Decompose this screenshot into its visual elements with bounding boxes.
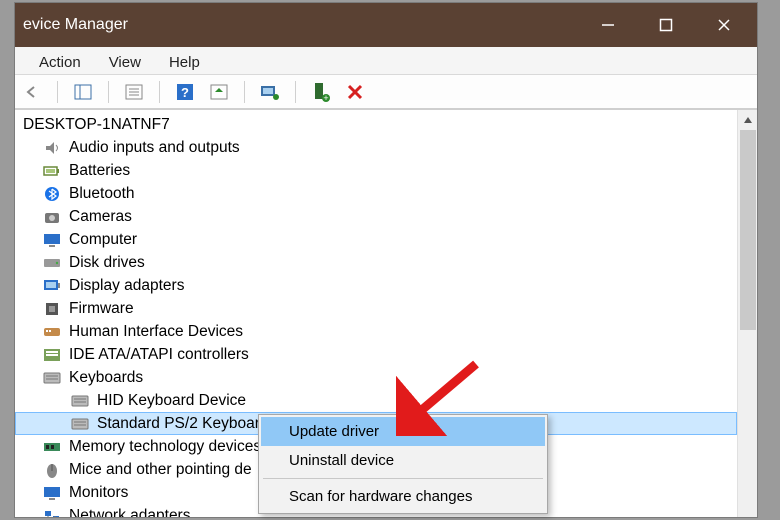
monitor-icon [43,231,61,249]
properties-icon [125,84,143,100]
scroll-up-icon[interactable] [738,110,758,130]
uninstall-icon [346,83,364,101]
network-icon [43,507,61,518]
help-icon: ? [176,83,194,101]
tree-node[interactable]: Cameras [15,205,737,228]
tree-node-label: Human Interface Devices [69,323,243,341]
battery-icon [43,162,61,180]
tree-node[interactable]: Keyboards [15,366,737,389]
toolbar-add-legacy-button[interactable]: + [310,81,332,103]
add-hardware-icon: + [312,82,330,102]
titlebar[interactable]: evice Manager [15,3,757,47]
update-icon [210,84,228,100]
keyboard-icon [71,392,89,410]
tree-node-label: Audio inputs and outputs [69,139,240,157]
maximize-icon [659,18,673,32]
firmware-icon [43,300,61,318]
tree-child-node[interactable]: HID Keyboard Device [15,389,737,412]
toolbar-help-button[interactable]: ? [174,81,196,103]
speaker-icon [43,139,61,157]
context-menu-item[interactable]: Scan for hardware changes [261,482,545,511]
svg-text:?: ? [181,85,189,100]
tree-node[interactable]: Disk drives [15,251,737,274]
context-menu: Update driverUninstall device Scan for ha… [258,414,548,514]
tree-child-label: HID Keyboard Device [97,392,246,410]
display-adapter-icon [43,277,61,295]
tree-node[interactable]: Batteries [15,159,737,182]
tree-node-label: Bluetooth [69,185,135,203]
tree-child-label: Standard PS/2 Keyboard [97,415,268,433]
toolbar-update-button[interactable] [208,81,230,103]
toolbar-uninstall-button[interactable] [344,81,366,103]
vertical-scrollbar[interactable] [737,110,757,517]
ide-icon [43,346,61,364]
tree-node-label: Computer [69,231,137,249]
tree-node[interactable]: IDE ATA/ATAPI controllers [15,343,737,366]
monitor-icon [43,484,61,502]
tree-node-label: Cameras [69,208,132,226]
menu-view[interactable]: View [95,47,155,74]
menubar: Action View Help [15,47,757,75]
tree-node-label: Memory technology devices [69,438,261,456]
scan-icon [260,83,280,101]
keyboard-icon [71,415,89,433]
toolbar: ? + [15,75,757,109]
maximize-button[interactable] [637,3,695,47]
close-icon [717,18,731,32]
layout-icon [74,84,92,100]
tree-node[interactable]: Bluetooth [15,182,737,205]
tree-node-label: Monitors [69,484,128,502]
tree-node-label: Disk drives [69,254,145,272]
minimize-button[interactable] [579,3,637,47]
mouse-icon [43,461,61,479]
tree-node-label: Firmware [69,300,134,318]
tree-node-label: Display adapters [69,277,184,295]
tree-node-label: Mice and other pointing de [69,461,252,479]
menu-action[interactable]: Action [25,47,95,74]
disk-icon [43,254,61,272]
back-arrow-icon [24,84,40,100]
context-menu-item[interactable]: Uninstall device [261,446,545,475]
keyboard-icon [43,369,61,387]
camera-icon [43,208,61,226]
bluetooth-icon [43,185,61,203]
close-button[interactable] [695,3,753,47]
tree-node-label: Keyboards [69,369,143,387]
tree-node[interactable]: Audio inputs and outputs [15,136,737,159]
tree-root[interactable]: DESKTOP-1NATNF7 [15,114,737,136]
context-menu-item[interactable]: Update driver [261,417,545,446]
svg-text:+: + [323,93,328,102]
scrollbar-thumb[interactable] [740,130,756,330]
memory-icon [43,438,61,456]
context-menu-separator [263,478,543,479]
toolbar-back-button[interactable] [21,81,43,103]
tree-node[interactable]: Firmware [15,297,737,320]
toolbar-properties-button[interactable] [123,81,145,103]
tree-node[interactable]: Computer [15,228,737,251]
tree-node-label: Network adapters [69,507,190,518]
tree-node[interactable]: Display adapters [15,274,737,297]
menu-help[interactable]: Help [155,47,214,74]
minimize-icon [601,18,615,32]
toolbar-tree-layout-button[interactable] [72,81,94,103]
tree-node-label: IDE ATA/ATAPI controllers [69,346,249,364]
tree-node-label: Batteries [69,162,130,180]
toolbar-scan-button[interactable] [259,81,281,103]
window-title: evice Manager [23,16,579,34]
tree-node[interactable]: Human Interface Devices [15,320,737,343]
hid-icon [43,323,61,341]
